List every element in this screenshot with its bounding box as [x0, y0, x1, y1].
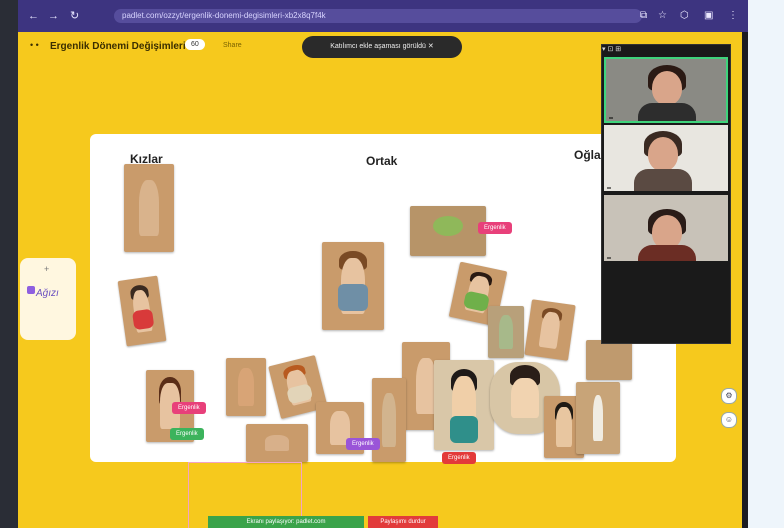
participant-tile[interactable] — [604, 57, 728, 123]
card[interactable] — [226, 358, 266, 416]
tab-icon[interactable]: ⧉ — [640, 10, 647, 22]
card[interactable] — [434, 360, 494, 450]
card[interactable] — [246, 424, 308, 462]
participant-name — [607, 257, 611, 259]
tag-label[interactable]: Ergenlik — [478, 222, 512, 234]
forward-icon[interactable]: → — [48, 10, 59, 22]
share-link[interactable]: Share — [223, 42, 242, 49]
participant-name — [609, 117, 613, 119]
left-tool-panel: + Ağızı — [20, 258, 76, 340]
add-icon[interactable]: + — [44, 264, 49, 274]
star-icon[interactable]: ☆ — [658, 10, 667, 22]
screen-share-bar: Ekranı paylaşıyor: padlet.com Paylaşımı … — [208, 516, 438, 528]
tag-label[interactable]: Ergenlik — [172, 402, 206, 414]
share-notice: Ekranı paylaşıyor: padlet.com — [208, 516, 364, 528]
card[interactable] — [117, 275, 167, 347]
padlet-app: • • Ergenlik Dönemi Değişimleri 60 Share… — [18, 32, 742, 528]
extension-icon[interactable]: ⬡ — [680, 10, 689, 22]
column-label-oglan: Oğla — [574, 148, 601, 162]
settings-icon[interactable]: ⚙ — [721, 388, 737, 404]
tag-label[interactable]: Ergenlik — [170, 428, 204, 440]
page-title: Ergenlik Dönemi Değişimleri — [50, 41, 186, 52]
video-call-panel: ▾ ⊡ ⊞ — [601, 44, 731, 344]
left-edge — [0, 0, 18, 528]
card[interactable] — [124, 164, 174, 252]
screen-frame: ← → ↻ padlet.com/ozzyt/ergenlik-donemi-d… — [0, 0, 748, 528]
reload-icon[interactable]: ↻ — [70, 10, 79, 22]
browser-toolbar: ← → ↻ padlet.com/ozzyt/ergenlik-donemi-d… — [18, 0, 748, 32]
card[interactable] — [322, 242, 384, 330]
panel-logo: Ağızı — [36, 288, 59, 299]
back-icon[interactable]: ← — [28, 10, 39, 22]
card[interactable] — [410, 206, 486, 256]
stop-sharing-button[interactable]: Paylaşımı durdur — [368, 516, 438, 528]
participant-name — [607, 187, 611, 189]
empty-tile — [604, 265, 728, 339]
padlet-logo-icon: • • — [30, 40, 39, 50]
profile-icon[interactable]: ▣ — [704, 10, 713, 22]
card[interactable] — [488, 306, 524, 358]
card[interactable] — [524, 299, 576, 361]
column-label-ortak: Ortak — [366, 154, 398, 168]
emoji-icon[interactable]: ☺ — [721, 412, 737, 428]
card[interactable] — [576, 382, 620, 454]
video-toolbar[interactable]: ▾ ⊡ ⊞ — [602, 45, 730, 55]
participant-tile[interactable] — [604, 125, 728, 191]
card[interactable] — [586, 340, 632, 380]
tag-label[interactable]: Ergenlik — [442, 452, 476, 464]
tool-icon[interactable] — [27, 286, 35, 294]
address-bar[interactable]: padlet.com/ozzyt/ergenlik-donemi-degisim… — [114, 9, 642, 23]
canvas-board[interactable]: Kızlar Ortak Oğla Ergenlik Ergenlik Erge… — [90, 134, 676, 528]
count-badge[interactable]: 60 — [185, 39, 205, 50]
participant-tile[interactable] — [604, 195, 728, 261]
menu-icon[interactable]: ⋮ — [728, 10, 738, 22]
tag-label[interactable]: Ergenlik — [346, 438, 380, 450]
notification-toast[interactable]: Katılımcı ekle aşaması görüldü ✕ — [302, 36, 462, 58]
